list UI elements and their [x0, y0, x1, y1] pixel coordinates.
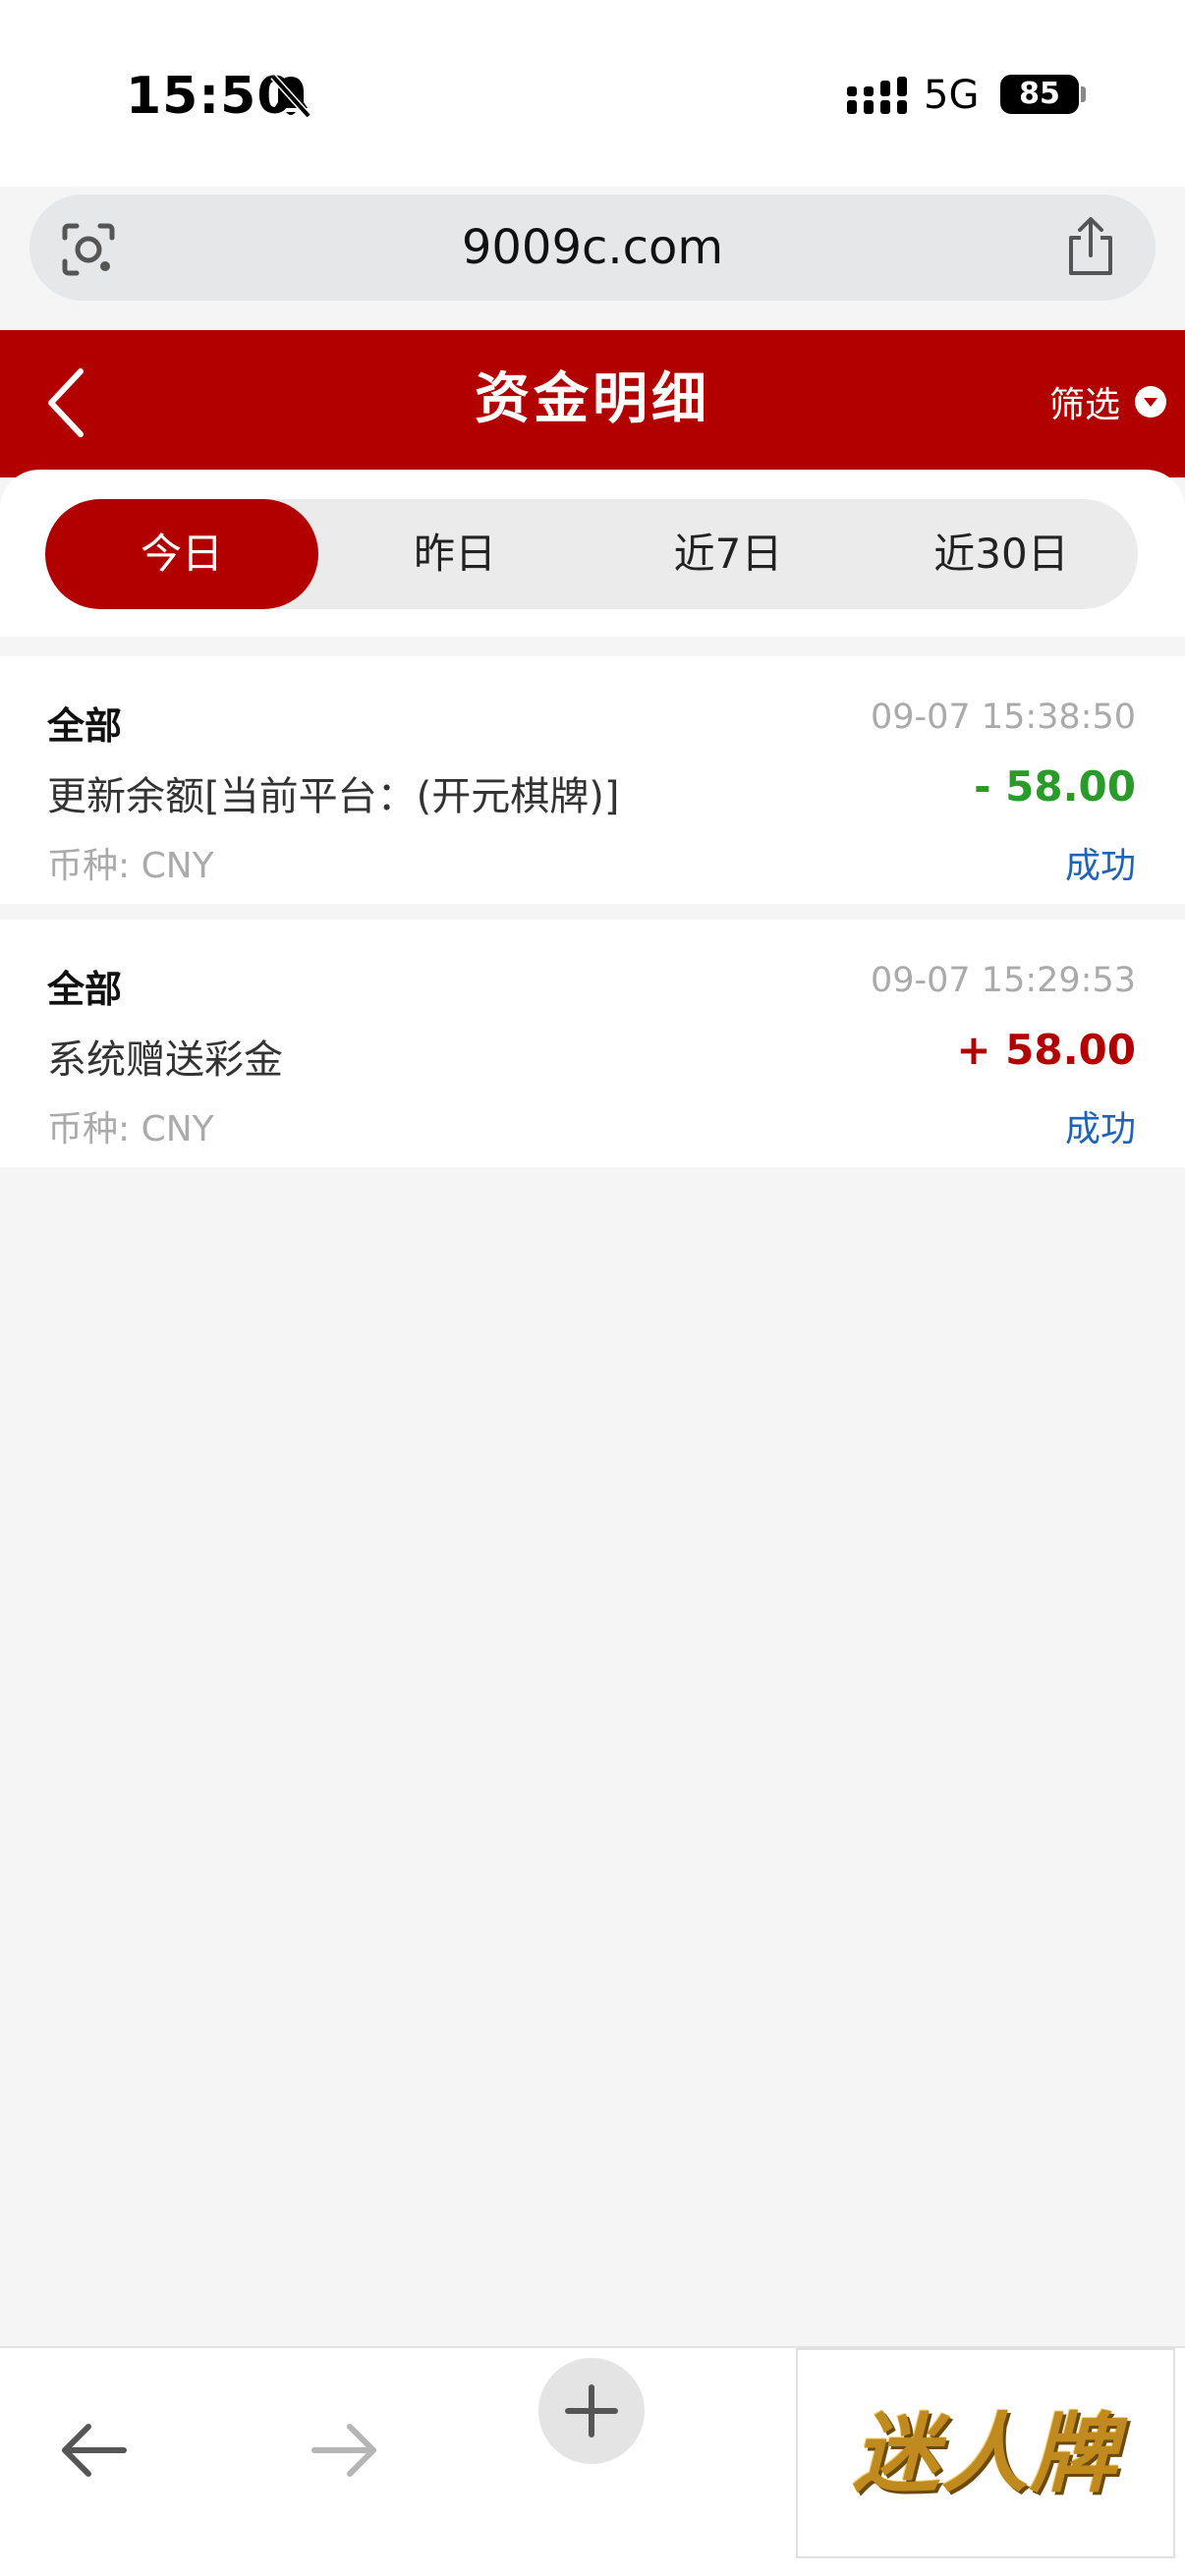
share-icon[interactable] — [1065, 216, 1116, 277]
status-bar: 15:50 5G 85 — [0, 0, 1185, 187]
network-label: 5G — [924, 73, 980, 118]
url-text[interactable]: 9009c.com — [29, 195, 1156, 301]
filter-button[interactable]: 筛选 — [1049, 377, 1167, 426]
ad-banner[interactable]: 迷人牌 — [796, 2348, 1175, 2558]
battery-icon: 85 — [1000, 75, 1079, 114]
tab-last-30-days[interactable]: 近30日 — [865, 499, 1138, 609]
date-tabs: 今日 昨日 近7日 近30日 — [45, 499, 1138, 609]
record-description: 更新余额[当前平台：(开元棋牌)] — [47, 774, 620, 819]
page-title: 资金明细 — [475, 367, 710, 431]
signal-icon — [847, 77, 907, 114]
new-tab-circle[interactable] — [538, 2358, 645, 2464]
record-currency: 币种: CNY — [47, 1109, 214, 1149]
record-amount: - 58.00 — [974, 762, 1136, 811]
list-item[interactable]: 全部 09-07 15:38:50 更新余额[当前平台：(开元棋牌)] - 58… — [0, 656, 1185, 904]
nav-forward-icon[interactable] — [307, 2413, 381, 2488]
plus-icon — [565, 2384, 618, 2437]
tab-yesterday[interactable]: 昨日 — [318, 499, 592, 609]
tabs-panel: 今日 昨日 近7日 近30日 — [0, 470, 1185, 637]
app-header: 资金明细 筛选 — [0, 330, 1185, 477]
tab-last-7-days[interactable]: 近7日 — [592, 499, 865, 609]
record-amount: + 58.00 — [956, 1026, 1136, 1074]
record-type: 全部 — [47, 968, 123, 1011]
filter-label: 筛选 — [1048, 385, 1120, 425]
list-item[interactable]: 全部 09-07 15:29:53 系统赠送彩金 + 58.00 币种: CNY… — [0, 920, 1185, 1167]
bell-muted-icon — [270, 74, 311, 119]
battery-cap — [1081, 86, 1086, 102]
status-time: 15:50 — [126, 67, 294, 126]
record-status: 成功 — [1064, 846, 1136, 886]
bottom-toolbar: 迷人牌 — [0, 2346, 1185, 2576]
page: 15:50 5G 85 9009c.com 资金明细 筛选 今日 昨日 近7日 … — [0, 0, 1185, 2576]
record-status: 成功 — [1064, 1109, 1136, 1149]
record-description: 系统赠送彩金 — [47, 1037, 283, 1083]
ad-text: 迷人牌 — [852, 2402, 1118, 2504]
record-time: 09-07 15:38:50 — [870, 698, 1136, 737]
tab-today[interactable]: 今日 — [45, 499, 318, 609]
url-bar[interactable]: 9009c.com — [29, 195, 1156, 301]
nav-back-icon[interactable] — [57, 2413, 132, 2488]
record-time: 09-07 15:29:53 — [870, 961, 1136, 1000]
record-type: 全部 — [47, 704, 123, 748]
filter-dropdown-icon — [1135, 386, 1166, 418]
record-currency: 币种: CNY — [47, 846, 214, 886]
